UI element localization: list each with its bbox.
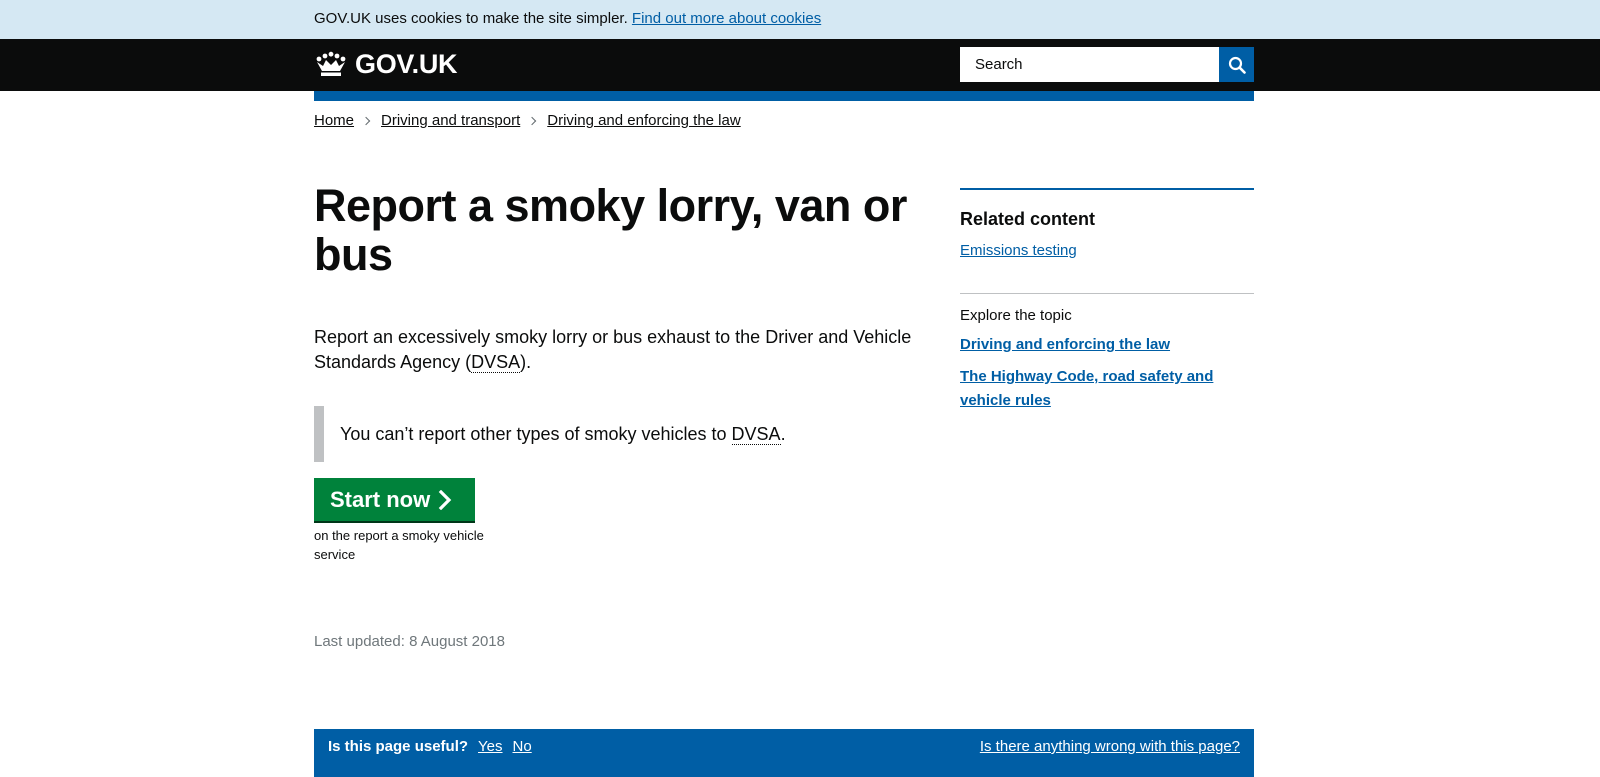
report-problem-link[interactable]: Is there anything wrong with this page? [980,738,1240,755]
inset-text: You can’t report other types of smoky ve… [314,406,914,462]
cookie-message: GOV.UK uses cookies to make the site sim… [314,10,821,28]
feedback-bar: Is this page useful? Yes No Is there any… [314,729,1254,777]
header-accent-bar [314,91,1254,101]
breadcrumb: Home Driving and transport Driving and e… [314,112,741,130]
dvsa-abbreviation: DVSA [731,423,781,445]
page-title: Report a smoky lorry, van or bus [314,180,907,280]
inset-text-body: You can’t report other types of smoky ve… [340,423,732,444]
lead-text-end: ). [520,352,532,372]
dvsa-abbreviation: DVSA [471,352,521,373]
cookie-info-link[interactable]: Find out more about cookies [632,10,821,27]
related-content-title: Related content [960,209,1096,229]
site-header: GOV.UK [0,39,1600,91]
feedback-no-link[interactable]: No [513,738,532,755]
explore-topic: Explore the topic Driving and enforcing … [960,307,1254,413]
lead-text: Report an excessively smoky lorry or bus… [314,327,912,372]
related-link-emissions-testing[interactable]: Emissions testing [960,242,1254,260]
feedback-question: Is this page useful? [328,738,469,755]
crown-icon [316,51,346,76]
feedback-yes-link[interactable]: Yes [478,738,502,755]
breadcrumb-driving-and-enforcing-the-law[interactable]: Driving and enforcing the law [547,112,740,130]
govuk-logo[interactable]: GOV.UK [314,49,458,79]
start-now-button[interactable]: Start now [314,478,475,521]
search-icon [1228,56,1246,74]
cookie-text: GOV.UK uses cookies to make the site sim… [314,10,628,27]
related-content: Related content Emissions testing [960,188,1254,260]
explore-link-driving-law[interactable]: Driving and enforcing the law [960,333,1254,357]
breadcrumb-driving-and-transport[interactable]: Driving and transport [381,112,520,130]
explore-link-highway-code[interactable]: The Highway Code, road safety and vehicl… [960,365,1254,413]
sidebar-divider [960,293,1254,294]
logo-text: GOV.UK [355,49,458,79]
last-updated: Last updated: 8 August 2018 [314,633,505,650]
search-input[interactable] [960,47,1219,82]
chevron-right-icon [361,116,371,126]
inset-paragraph: You can’t report other types of smoky ve… [340,422,786,447]
feedback-useful: Is this page useful? Yes No [328,738,542,755]
inset-text-end: . [780,423,786,444]
cookie-banner: GOV.UK uses cookies to make the site sim… [0,0,1600,39]
breadcrumb-home[interactable]: Home [314,112,354,130]
chevron-right-icon [438,489,452,510]
chevron-right-icon [528,116,537,126]
start-button-label: Start now [330,486,431,512]
start-button-caption: on the report a smoky vehicle service [314,528,484,562]
search-button[interactable] [1219,47,1254,82]
lead-paragraph: Report an excessively smoky lorry or bus… [314,325,924,375]
explore-topic-label: Explore the topic [960,307,1072,324]
